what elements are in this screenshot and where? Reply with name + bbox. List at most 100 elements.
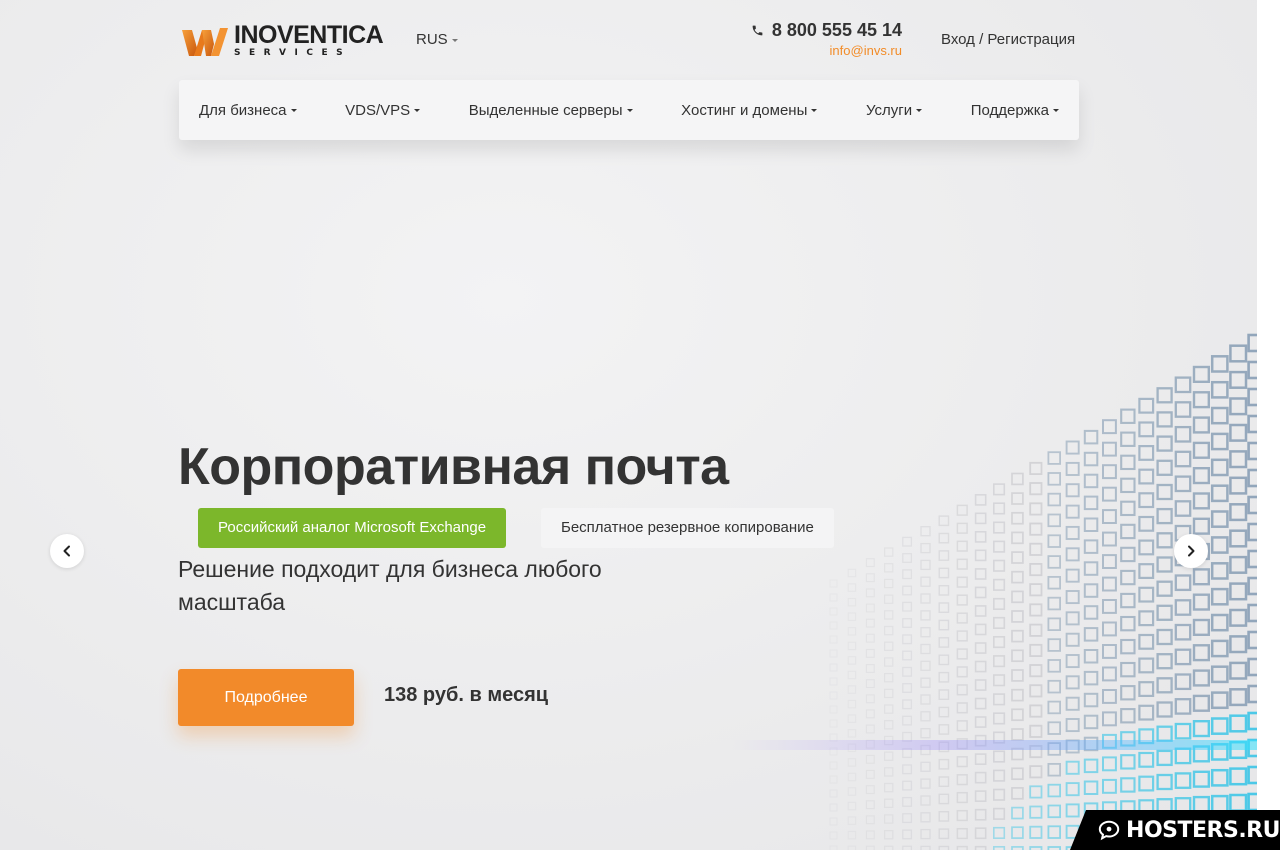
grid-cell [847, 641, 857, 651]
grid-cell [847, 627, 857, 636]
grid-cell [1011, 787, 1024, 800]
grid-cell [1083, 561, 1099, 576]
grid-cell [1210, 691, 1229, 710]
caret-down-icon [916, 109, 923, 113]
grid-cell [1210, 536, 1229, 554]
grid-cell [829, 691, 838, 700]
email-link[interactable]: info@invs.ru [742, 43, 902, 58]
grid-cell [1229, 370, 1248, 389]
grid-cell [1065, 632, 1080, 647]
grid-cell [1138, 421, 1155, 438]
grid-cell [884, 845, 894, 850]
grid-cell [1120, 523, 1136, 540]
nav-item-services[interactable]: Услуги [866, 102, 923, 119]
grid-cell [956, 612, 968, 624]
grid-cell [920, 593, 931, 604]
grid-cell [902, 536, 913, 547]
grid-cell [1156, 604, 1173, 621]
grid-cell [1011, 806, 1024, 820]
grid-cell [938, 585, 950, 596]
contact-block: 8 800 555 45 14 info@invs.ru [742, 20, 902, 58]
grid-cell [992, 540, 1006, 553]
grid-cell [884, 610, 894, 620]
carousel-next-button[interactable] [1174, 534, 1208, 568]
grid-cell [902, 569, 913, 580]
grid-cell [956, 594, 968, 606]
grid-cell [1229, 714, 1248, 733]
grid-cell [1210, 639, 1229, 658]
nav-item-support[interactable]: Поддержка [971, 102, 1059, 119]
grid-cell [1210, 587, 1229, 606]
grid-cell [1011, 610, 1024, 623]
grid-cell [884, 704, 894, 714]
grid-cell [829, 831, 838, 840]
grid-cell [1083, 649, 1099, 664]
grid-cell [1102, 711, 1117, 727]
grid-cell [1029, 583, 1043, 597]
grid-cell [1138, 751, 1155, 768]
grid-cell [884, 673, 894, 683]
grid-cell [1120, 592, 1136, 609]
grid-cell [920, 610, 931, 621]
grid-cell [1247, 522, 1257, 542]
phone-number[interactable]: 8 800 555 45 14 [742, 20, 902, 41]
nav-item-dedicated-servers[interactable]: Выделенные серверы [469, 102, 633, 119]
grid-cell [992, 559, 1006, 572]
grid-cell [920, 728, 931, 739]
grid-cell [829, 817, 838, 826]
grid-cell [992, 521, 1006, 534]
grid-cell [884, 688, 894, 699]
grid-cell [829, 621, 838, 630]
grid-cell [902, 845, 913, 850]
language-selector[interactable]: RUS [416, 31, 458, 48]
grid-cell [1047, 513, 1061, 528]
carousel-prev-button[interactable] [50, 534, 84, 568]
grid-cell [956, 630, 968, 642]
grid-cell [1120, 477, 1136, 494]
grid-cell [1011, 669, 1024, 682]
grid-cell [956, 648, 968, 660]
nav-item-business[interactable]: Для бизнеса [199, 102, 297, 119]
grid-cell [829, 719, 838, 728]
grid-cell [1029, 562, 1043, 577]
grid-cell [1156, 628, 1173, 646]
grid-cell [1102, 554, 1117, 570]
grid-cell [1192, 416, 1211, 434]
more-button[interactable]: Подробнее [178, 669, 354, 726]
grid-cell [956, 791, 968, 804]
brand-logo[interactable]: INOVENTICA SERVICES [180, 23, 384, 58]
scrollbar[interactable] [1257, 0, 1280, 850]
grid-cell [1247, 765, 1257, 785]
grid-cell [1156, 435, 1173, 452]
login-register-link[interactable]: Вход / Регистрация [941, 31, 1075, 48]
grid-cell [956, 756, 968, 768]
grid-cell [829, 607, 838, 616]
grid-cell [1138, 397, 1155, 414]
grid-cell [1029, 805, 1043, 819]
grid-cell [1210, 432, 1229, 451]
main-nav: Для бизнеса VDS/VPS Выделенные серверы Х… [179, 80, 1079, 140]
grid-cell [1174, 450, 1192, 468]
grid-cell [920, 542, 931, 554]
grid-cell [902, 829, 913, 840]
grid-cell [938, 828, 950, 840]
grid-cell [1229, 793, 1248, 812]
grid-cell [1192, 593, 1211, 611]
grid-cell [1247, 657, 1257, 677]
grid-cell [956, 558, 968, 570]
grid-cell [902, 585, 913, 596]
grid-cell [1102, 441, 1117, 457]
nav-item-hosting-domains[interactable]: Хостинг и домены [681, 102, 818, 119]
grid-cell [829, 579, 838, 588]
nav-item-vds-vps[interactable]: VDS/VPS [345, 102, 421, 119]
grid-cell [1174, 599, 1192, 616]
grid-cell [884, 578, 894, 589]
grid-cell [1192, 517, 1211, 535]
grid-cell [902, 666, 913, 677]
grid-cell [974, 753, 987, 766]
grid-cell [884, 829, 894, 840]
grid-cell [1247, 441, 1257, 461]
tag-free-backup: Бесплатное резервное копирование [541, 508, 834, 548]
grid-cell [1083, 495, 1099, 511]
grid-cell [829, 775, 838, 784]
